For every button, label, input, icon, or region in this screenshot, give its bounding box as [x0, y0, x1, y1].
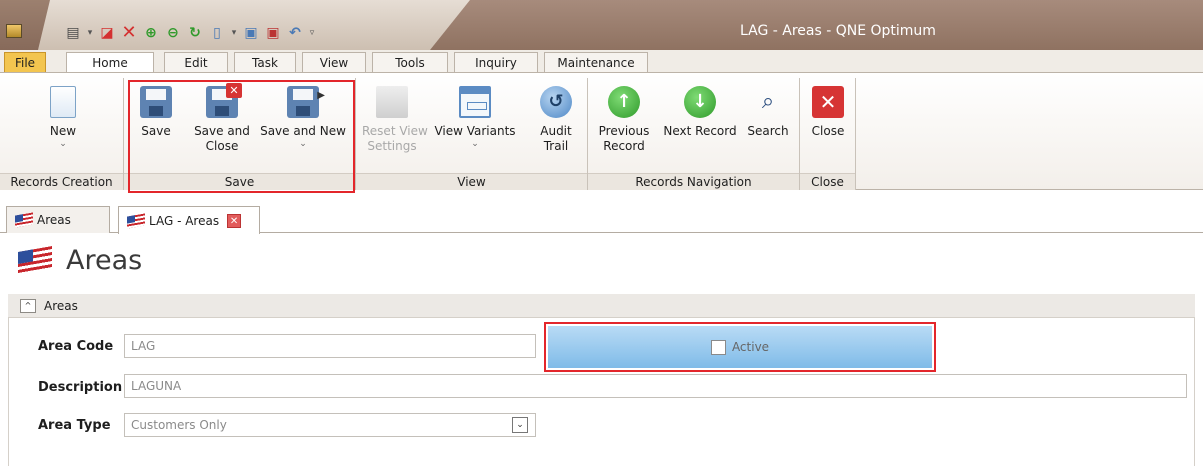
close-icon: ✕ [812, 86, 844, 118]
flag-icon [127, 212, 145, 229]
reset-view-settings-button[interactable]: Reset View Settings [362, 86, 428, 154]
save-icon[interactable]: ▣ [242, 24, 260, 42]
audit-trail-button[interactable]: ↺ Audit Trail [532, 86, 580, 154]
reset-view-icon [376, 86, 408, 118]
group-label: Close [800, 173, 855, 190]
collapse-icon[interactable]: ^ [20, 298, 36, 313]
save-close-icon: ✕ [206, 83, 242, 118]
active-label: Active [731, 340, 770, 354]
arrow-up-icon: ↑ [608, 86, 640, 118]
group-label: Records Creation [0, 173, 123, 190]
dropdown-arrow-icon: ⌄ [299, 139, 307, 149]
area-type-label: Area Type [38, 418, 111, 433]
refresh-icon[interactable]: ↻ [186, 24, 204, 42]
floppy-disk-icon [140, 86, 172, 118]
group-label: Save [124, 173, 355, 190]
new-icon[interactable]: ▯ [208, 24, 226, 42]
customize-icon[interactable]: ▿ [308, 24, 316, 42]
previous-record-button[interactable]: ↑ Previous Record [594, 86, 654, 154]
group-label: Records Navigation [588, 173, 799, 190]
up-icon[interactable]: ⊕ [142, 24, 160, 42]
save-close-icon[interactable]: ▣ [264, 24, 282, 42]
arrow-down-icon: ↓ [684, 86, 716, 118]
down-icon[interactable]: ⊖ [164, 24, 182, 42]
save-and-close-button[interactable]: ✕ Save and Close [190, 83, 254, 154]
doc-tab-areas[interactable]: Areas [6, 206, 110, 233]
close-tab-icon[interactable]: ✕ [227, 213, 242, 228]
undo-icon[interactable]: ↶ [286, 24, 304, 42]
group-view: Reset View Settings View Variants ⌄ ↺ Au… [356, 78, 588, 190]
dropdown-arrow-icon: ⌄ [59, 139, 67, 149]
save-new-icon: ▶ [287, 86, 325, 118]
binoculars-icon: ⌕ [761, 89, 775, 114]
chevron-down-icon[interactable]: ⌄ [512, 417, 528, 433]
quick-access-toolbar: ▤ ▾ ◪ ✕ ⊕ ⊖ ↻ ▯ ▾ ▣ ▣ ↶ ▿ [64, 22, 316, 44]
dropdown-arrow-icon: ⌄ [471, 139, 479, 149]
tab-view[interactable]: View [302, 52, 366, 72]
description-input[interactable] [124, 374, 1187, 398]
group-save: Save ✕ Save and Close ▶ Save and New ⌄ S… [124, 78, 356, 190]
app-icon[interactable] [6, 24, 22, 38]
area-code-label: Area Code [38, 339, 114, 354]
section-title: Areas [44, 298, 78, 313]
window-title: LAG - Areas - QNE Optimum [740, 23, 936, 39]
flag-icon [18, 246, 52, 274]
next-record-button[interactable]: ↓ Next Record [656, 86, 744, 139]
search-button[interactable]: ⌕ Search [744, 86, 792, 139]
new-document-icon [50, 86, 76, 118]
tab-inquiry[interactable]: Inquiry [454, 52, 538, 72]
active-checkbox[interactable] [710, 339, 726, 355]
tab-maintenance[interactable]: Maintenance [544, 52, 648, 72]
view-variants-icon [459, 86, 491, 118]
flag-icon [15, 212, 33, 228]
tab-tools[interactable]: Tools [372, 52, 448, 72]
dropdown-arrow-icon[interactable]: ▾ [86, 24, 94, 42]
tab-edit[interactable]: Edit [164, 52, 228, 72]
close-button[interactable]: ✕ Close [808, 86, 848, 139]
dropdown-arrow-icon[interactable]: ▾ [230, 24, 238, 42]
area-code-input[interactable] [124, 334, 536, 358]
tab-task[interactable]: Task [234, 52, 296, 72]
doc-tab-lag-areas[interactable]: LAG - Areas ✕ [118, 206, 260, 234]
new-button[interactable]: New ⌄ [38, 86, 88, 149]
group-label: View [356, 173, 587, 190]
notes-icon[interactable]: ▤ [64, 24, 82, 42]
area-type-select[interactable] [124, 413, 536, 437]
group-records-creation: New ⌄ Records Creation [0, 78, 124, 190]
page-heading: Areas [18, 240, 142, 280]
delete-icon[interactable]: ◪ [98, 24, 116, 42]
tab-home[interactable]: Home [66, 52, 154, 73]
save-button[interactable]: Save [136, 86, 176, 139]
group-records-navigation: ↑ Previous Record ↓ Next Record ⌕ Search… [588, 78, 800, 190]
section-header[interactable]: ^ Areas [8, 294, 1195, 318]
view-variants-button[interactable]: View Variants ⌄ [424, 86, 526, 149]
group-close: ✕ Close Close [800, 78, 856, 190]
close-icon[interactable]: ✕ [120, 24, 138, 42]
page-title: Areas [66, 244, 143, 276]
tab-file[interactable]: File [4, 52, 46, 72]
audit-trail-icon: ↺ [540, 86, 572, 118]
description-label: Description [38, 380, 123, 395]
save-and-new-button[interactable]: ▶ Save and New ⌄ [256, 86, 350, 149]
active-checkbox-zone[interactable]: Active [548, 326, 932, 368]
